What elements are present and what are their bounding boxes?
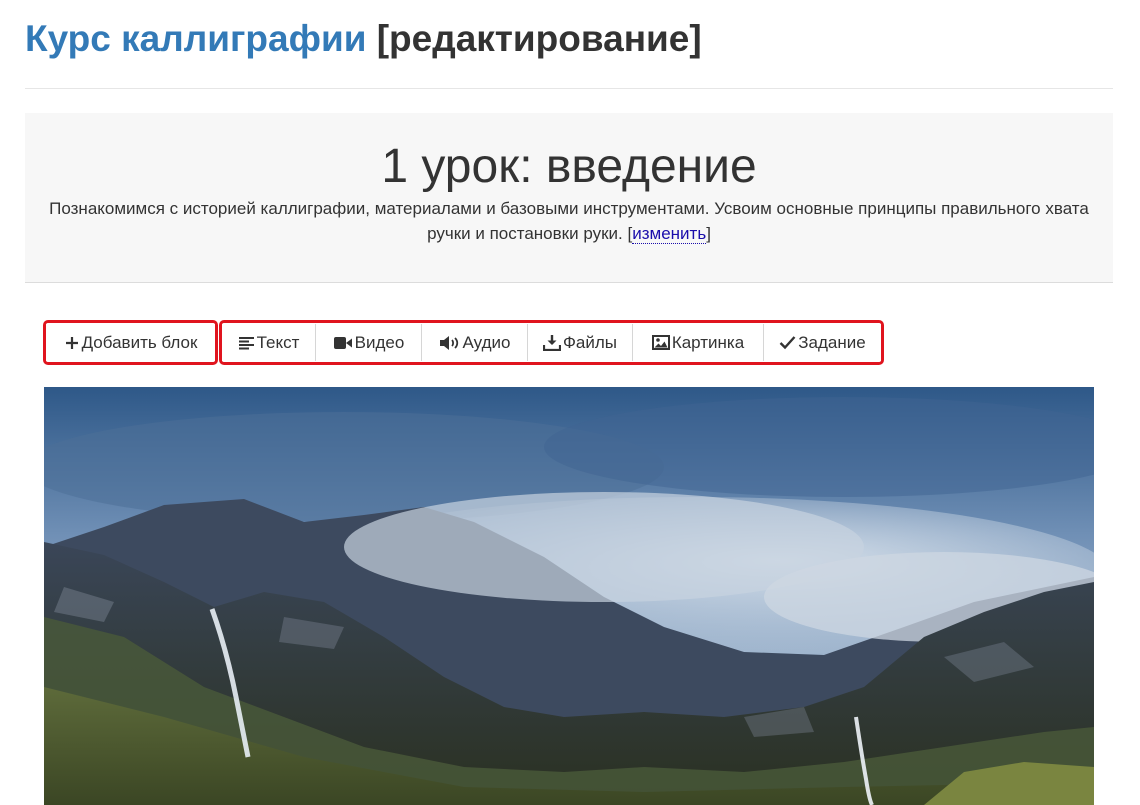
files-block-button[interactable]: Файлы bbox=[527, 324, 632, 361]
audio-block-button[interactable]: Аудио bbox=[421, 324, 527, 361]
checkmark-icon bbox=[779, 335, 796, 350]
page-title: Курс каллиграфии [редактирование] bbox=[25, 14, 702, 64]
content-image bbox=[44, 387, 1094, 805]
add-block-group: Добавить блок bbox=[43, 320, 218, 365]
speaker-icon bbox=[439, 335, 461, 351]
files-block-label: Файлы bbox=[562, 332, 617, 352]
page-header: Курс каллиграфии [редактирование] bbox=[25, 0, 1113, 89]
edit-mode-label: [редактирование] bbox=[376, 18, 702, 59]
image-icon bbox=[651, 335, 670, 350]
image-block-label: Картинка bbox=[671, 332, 745, 352]
text-block-label: Текст bbox=[256, 332, 300, 352]
download-icon bbox=[542, 334, 561, 351]
lesson-title: 1 урок: введение bbox=[381, 140, 757, 193]
align-left-icon bbox=[238, 335, 255, 351]
video-camera-icon bbox=[333, 335, 353, 351]
add-block-label: Добавить блок bbox=[81, 332, 198, 352]
video-block-label: Видео bbox=[354, 332, 405, 352]
add-block-button[interactable]: Добавить блок bbox=[46, 324, 215, 361]
edit-lesson-link[interactable]: изменить bbox=[632, 224, 707, 244]
lesson-description-text: Познакомимся с историей каллиграфии, мат… bbox=[49, 199, 1089, 243]
block-type-toolbar: Текст Видео Аудио Файлы Картинка Задание bbox=[219, 320, 884, 365]
course-title-link[interactable]: Курс каллиграфии bbox=[25, 18, 366, 59]
edit-bracket-close: ] bbox=[706, 224, 711, 243]
audio-block-label: Аудио bbox=[462, 332, 511, 352]
video-block-button[interactable]: Видео bbox=[315, 324, 421, 361]
image-block-button[interactable]: Картинка bbox=[632, 324, 763, 361]
text-block-button[interactable]: Текст bbox=[222, 324, 315, 361]
lesson-description: Познакомимся с историей каллиграфии, мат… bbox=[43, 196, 1095, 246]
task-block-button[interactable]: Задание bbox=[763, 324, 881, 361]
task-block-label: Задание bbox=[798, 332, 866, 352]
lesson-header-panel: 1 урок: введение Познакомимся с историей… bbox=[25, 113, 1113, 283]
plus-icon bbox=[64, 335, 80, 351]
